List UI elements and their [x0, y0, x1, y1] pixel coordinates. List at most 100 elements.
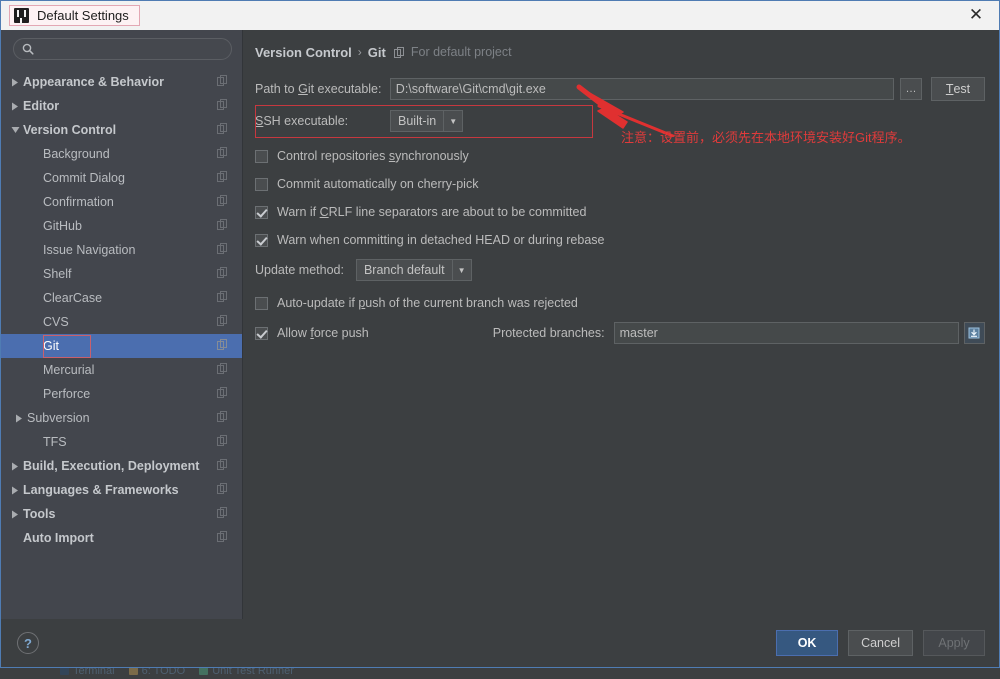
- checkbox-label: Commit automatically on cherry-pick: [277, 177, 478, 191]
- search-container: [1, 38, 242, 68]
- browse-path-button[interactable]: …: [900, 78, 922, 100]
- sidebar-item-perforce[interactable]: Perforce: [1, 382, 242, 406]
- copy-settings-icon[interactable]: [217, 99, 228, 113]
- intellij-logo-icon: [14, 8, 29, 23]
- cancel-button[interactable]: Cancel: [848, 630, 913, 656]
- sidebar-item-shelf[interactable]: Shelf: [1, 262, 242, 286]
- sidebar-item-label: Build, Execution, Deployment: [23, 459, 217, 473]
- path-to-git-input[interactable]: [390, 78, 894, 100]
- chevron-right-icon[interactable]: [11, 414, 27, 423]
- search-box[interactable]: [13, 38, 232, 60]
- sidebar-item-mercurial[interactable]: Mercurial: [1, 358, 242, 382]
- chevron-right-icon[interactable]: [7, 486, 23, 495]
- copy-settings-icon[interactable]: [217, 507, 228, 521]
- sidebar-item-editor[interactable]: Editor: [1, 94, 242, 118]
- copy-settings-icon[interactable]: [217, 387, 228, 401]
- checkbox-control-repositories-synchronously[interactable]: Control repositories synchronously: [255, 142, 985, 170]
- chevron-right-icon[interactable]: [7, 510, 23, 519]
- update-method-row: Update method: Branch default ▼: [255, 257, 985, 283]
- sidebar-item-label: ClearCase: [43, 291, 217, 305]
- checkbox-warn-detached-head[interactable]: Warn when committing in detached HEAD or…: [255, 226, 985, 254]
- footer-actions: OK Cancel Apply: [776, 630, 985, 656]
- update-method-select[interactable]: Branch default ▼: [356, 259, 472, 281]
- copy-settings-icon[interactable]: [217, 363, 228, 377]
- copy-settings-icon[interactable]: [217, 267, 228, 281]
- ssh-executable-value: Built-in: [391, 111, 443, 131]
- test-git-button[interactable]: Test: [931, 77, 985, 101]
- checkbox-box[interactable]: [255, 178, 268, 191]
- close-icon[interactable]: ✕: [961, 1, 991, 30]
- title-highlight-box: Default Settings: [9, 5, 140, 26]
- copy-settings-icon[interactable]: [217, 219, 228, 233]
- copy-settings-icon[interactable]: [217, 411, 228, 425]
- ssh-executable-label: SSH executable:: [255, 114, 390, 128]
- sidebar-item-label: TFS: [43, 435, 217, 449]
- sidebar-item-background[interactable]: Background: [1, 142, 242, 166]
- sidebar-item-auto-import[interactable]: Auto Import: [1, 526, 242, 550]
- checkbox-box[interactable]: [255, 234, 268, 247]
- update-method-value: Branch default: [357, 260, 452, 280]
- protected-branches-input[interactable]: [614, 322, 959, 344]
- chevron-right-icon[interactable]: [7, 78, 23, 87]
- copy-settings-icon[interactable]: [217, 315, 228, 329]
- path-to-git-row: Path to Git executable: … Test: [255, 76, 985, 102]
- sidebar-item-label: Background: [43, 147, 217, 161]
- sidebar-item-version-control[interactable]: Version Control: [1, 118, 242, 142]
- copy-settings-icon[interactable]: [217, 435, 228, 449]
- copy-settings-icon[interactable]: [217, 195, 228, 209]
- sidebar-item-git[interactable]: Git: [1, 334, 242, 358]
- checkbox-commit-automatically-on-cherry-pick[interactable]: Commit automatically on cherry-pick: [255, 170, 985, 198]
- checkbox-box[interactable]: [255, 150, 268, 163]
- sidebar-item-confirmation[interactable]: Confirmation: [1, 190, 242, 214]
- copy-settings-icon[interactable]: [217, 459, 228, 473]
- chevron-down-icon[interactable]: [7, 126, 23, 134]
- ok-button[interactable]: OK: [776, 630, 838, 656]
- breadcrumb-separator: ›: [358, 45, 362, 59]
- sidebar-item-languages-frameworks[interactable]: Languages & Frameworks: [1, 478, 242, 502]
- path-label-suffix: it executable:: [308, 82, 382, 96]
- sidebar-item-cvs[interactable]: CVS: [1, 310, 242, 334]
- sidebar-item-label: Subversion: [27, 411, 217, 425]
- copy-settings-icon[interactable]: [217, 123, 228, 137]
- sidebar-item-tools[interactable]: Tools: [1, 502, 242, 526]
- copy-settings-icon[interactable]: [217, 243, 228, 257]
- apply-button[interactable]: Apply: [923, 630, 985, 656]
- chevron-right-icon[interactable]: [7, 102, 23, 111]
- settings-sidebar: Appearance & BehaviorEditorVersion Contr…: [1, 30, 243, 619]
- sidebar-item-github[interactable]: GitHub: [1, 214, 242, 238]
- sidebar-item-appearance-behavior[interactable]: Appearance & Behavior: [1, 70, 242, 94]
- search-input[interactable]: [40, 41, 223, 57]
- copy-settings-icon[interactable]: [217, 339, 228, 353]
- checkbox-label: Control repositories synchronously: [277, 149, 469, 163]
- chevron-down-icon: ▼: [452, 260, 471, 280]
- checkbox-warn-crlf[interactable]: Warn if CRLF line separators are about t…: [255, 198, 985, 226]
- sidebar-item-label: Confirmation: [43, 195, 217, 209]
- sidebar-item-commit-dialog[interactable]: Commit Dialog: [1, 166, 242, 190]
- expand-list-icon[interactable]: [964, 322, 985, 344]
- checkbox-auto-update-on-rejected-push[interactable]: Auto-update if push of the current branc…: [255, 289, 985, 317]
- copy-settings-icon[interactable]: [217, 531, 228, 545]
- checkbox-box[interactable]: [255, 206, 268, 219]
- sidebar-item-clearcase[interactable]: ClearCase: [1, 286, 242, 310]
- copy-settings-icon[interactable]: [217, 75, 228, 89]
- sidebar-item-label: GitHub: [43, 219, 217, 233]
- sidebar-item-build-execution-deployment[interactable]: Build, Execution, Deployment: [1, 454, 242, 478]
- sidebar-item-tfs[interactable]: TFS: [1, 430, 242, 454]
- sidebar-item-subversion[interactable]: Subversion: [1, 406, 242, 430]
- sidebar-item-label: Languages & Frameworks: [23, 483, 217, 497]
- ssh-executable-select[interactable]: Built-in ▼: [390, 110, 463, 132]
- git-settings-panel: Version Control › Git For default projec…: [243, 30, 999, 619]
- checkbox-label: Warn when committing in detached HEAD or…: [277, 233, 604, 247]
- checkbox-box-allow-force-push[interactable]: [255, 327, 268, 340]
- checkbox-box[interactable]: [255, 297, 268, 310]
- copy-settings-icon[interactable]: [217, 483, 228, 497]
- copy-settings-icon[interactable]: [217, 171, 228, 185]
- copy-settings-icon[interactable]: [217, 291, 228, 305]
- copy-settings-icon[interactable]: [217, 147, 228, 161]
- sidebar-item-issue-navigation[interactable]: Issue Navigation: [1, 238, 242, 262]
- dialog-footer: ? OK Cancel Apply: [1, 619, 999, 667]
- chevron-right-icon[interactable]: [7, 462, 23, 471]
- breadcrumb-root: Version Control: [255, 45, 352, 60]
- help-button[interactable]: ?: [17, 632, 39, 654]
- path-to-git-label: Path to Git executable:: [255, 82, 390, 96]
